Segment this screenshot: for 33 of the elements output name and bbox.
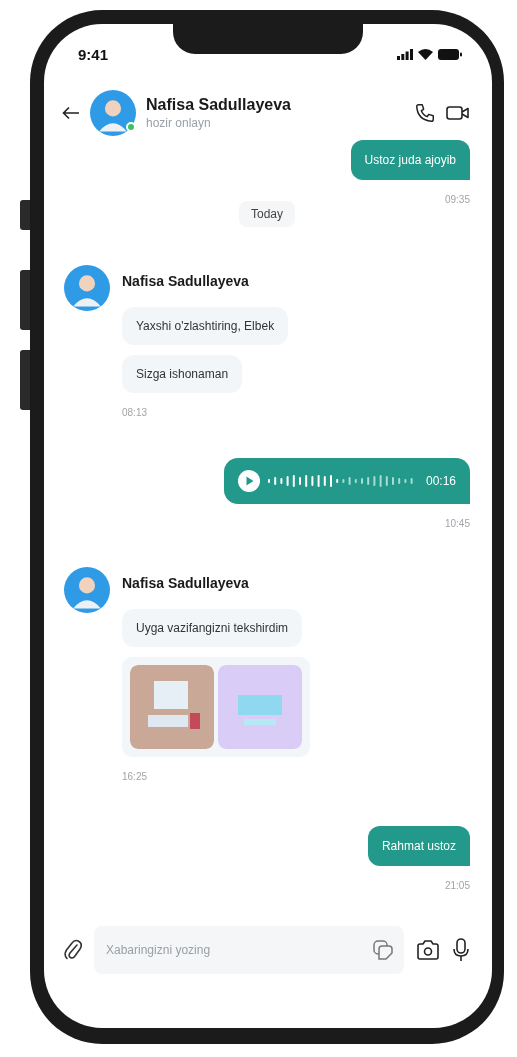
avatar-icon [64,265,110,311]
back-arrow-icon[interactable] [62,106,80,120]
sticker-icon[interactable] [372,939,394,961]
message-time: 16:25 [122,771,148,782]
wifi-icon [418,48,433,60]
contact-status: hozir onlayn [146,116,212,130]
battery-icon [438,48,462,60]
sender-name: Nafisa Sadullayeva [122,575,249,591]
received-message: Uyga vazifangizni tekshirdim [122,609,303,647]
message-time: 08:13 [122,407,148,418]
sender-name: Nafisa Sadullayeva [122,273,249,289]
signal-icon [397,48,413,60]
camera-icon[interactable] [416,939,440,961]
status-time: 9:41 [78,45,109,63]
photo-placeholder[interactable] [130,665,214,749]
received-message: Yaxshi o'zlashtiring, Elbek [122,307,289,345]
date-divider: Today [239,201,295,227]
message-input[interactable]: Xabaringizni yozing [94,926,404,974]
voice-duration: 00:16 [425,474,456,488]
paperclip-icon[interactable] [64,939,82,961]
microphone-icon[interactable] [452,938,470,962]
message-time: 10:45 [444,518,470,529]
video-camera-icon[interactable] [446,104,470,122]
received-message: Sizga ishonaman [122,355,243,393]
avatar-icon [90,90,136,136]
phone-icon[interactable] [414,102,436,124]
sent-message: Rahmat ustoz [367,826,470,866]
message-time: 09:35 [444,194,470,205]
message-time: 21:05 [444,880,470,891]
sent-message: Ustoz juda ajoyib [350,140,470,180]
play-icon[interactable] [237,470,260,492]
avatar-icon [64,567,110,613]
contact-name: Nafisa Sadullayeva [146,96,292,114]
